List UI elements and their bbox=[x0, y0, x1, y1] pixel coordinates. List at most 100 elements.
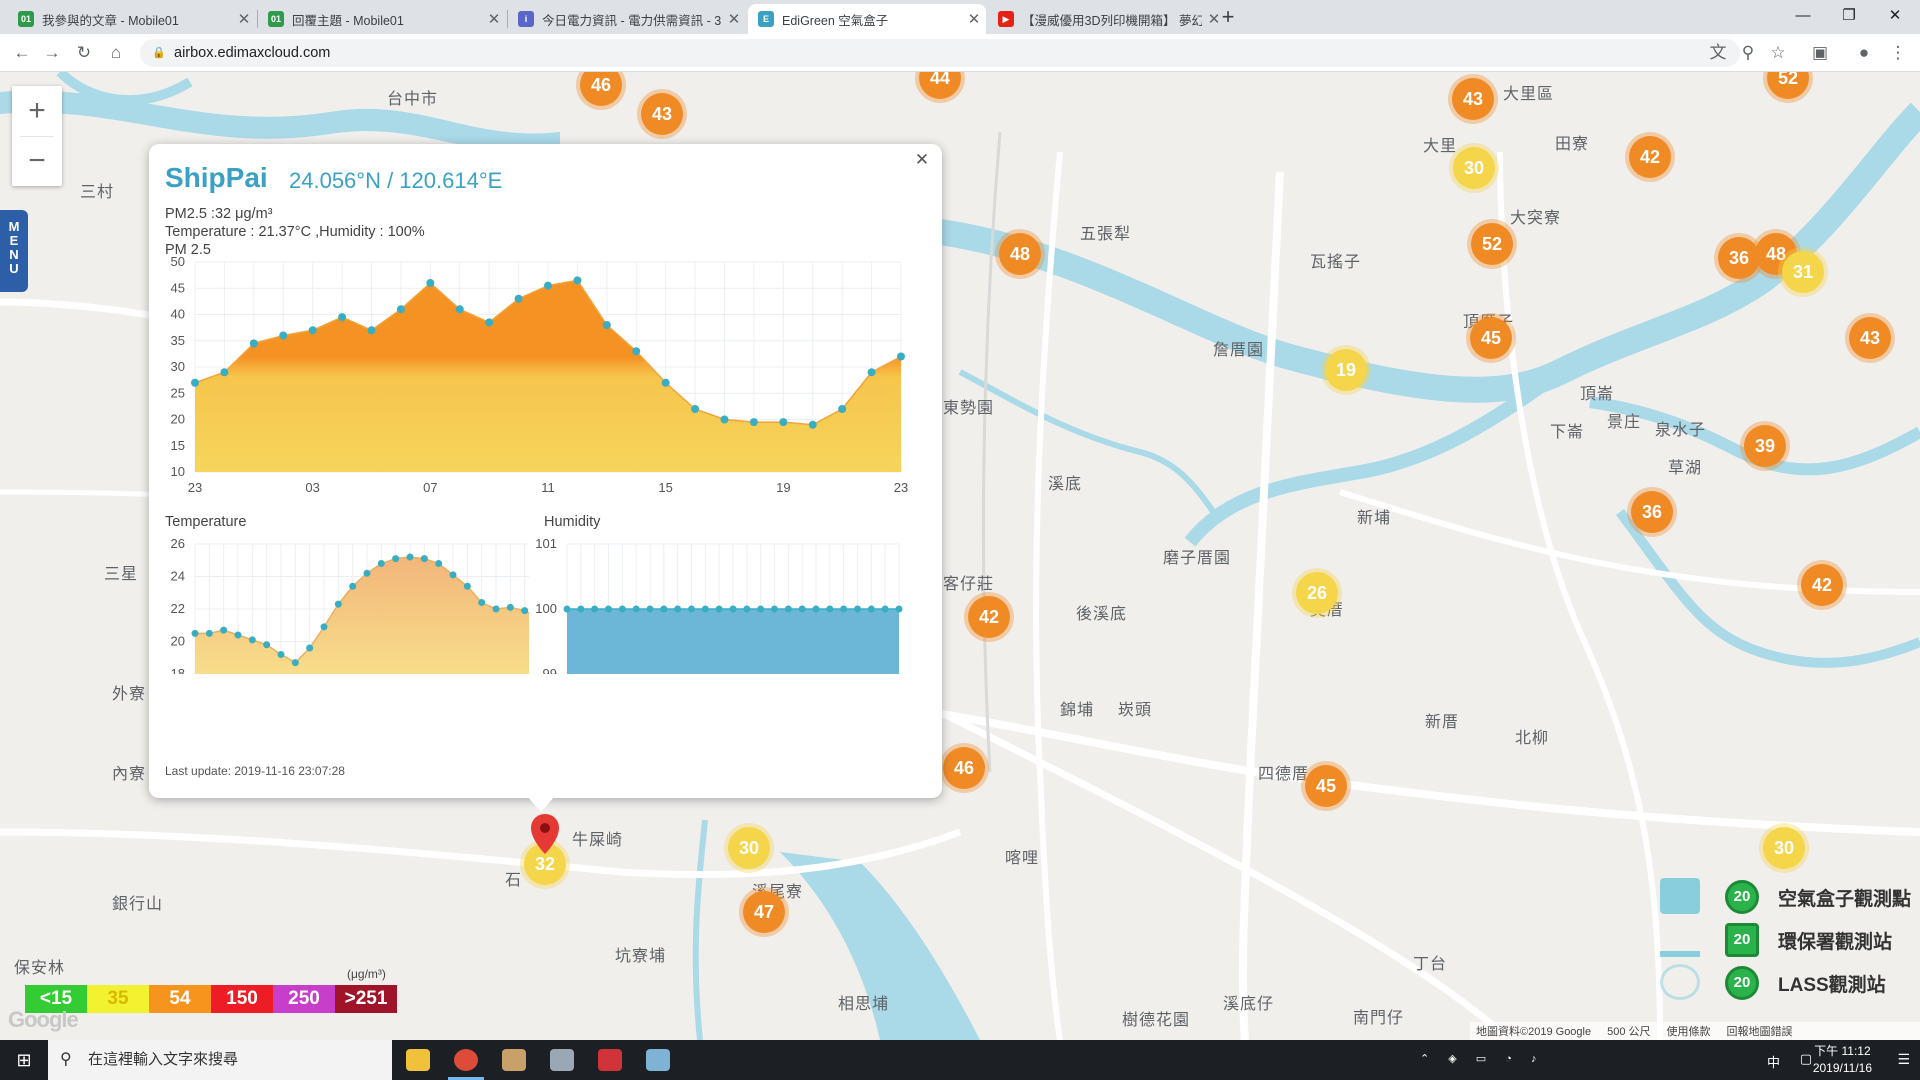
aqi-marker[interactable]: 43 bbox=[1452, 78, 1494, 120]
browser-tab[interactable]: E EdiGreen 空氣盒子 ✕ bbox=[748, 4, 986, 34]
zoom-icon[interactable]: ⚲ bbox=[1736, 41, 1760, 65]
legend-unit: (μg/m³) bbox=[347, 967, 386, 981]
y-tick-label: 40 bbox=[171, 307, 185, 322]
minimize-icon[interactable]: — bbox=[1780, 2, 1826, 30]
aqi-marker[interactable]: 45 bbox=[1470, 317, 1512, 359]
aqi-marker[interactable]: 52 bbox=[1471, 223, 1513, 265]
aqi-marker[interactable]: 39 bbox=[1744, 425, 1786, 467]
aqi-marker[interactable]: 46 bbox=[943, 747, 985, 789]
report-link[interactable]: 回報地圖錯誤 bbox=[1727, 1023, 1793, 1039]
aqi-marker[interactable]: 36 bbox=[1718, 237, 1760, 279]
key-badge: 20 bbox=[1725, 966, 1759, 1000]
aqi-marker[interactable]: 42 bbox=[1629, 136, 1671, 178]
place-label: 磨子厝園 bbox=[1163, 550, 1232, 567]
clock[interactable]: 下午 11:12 2019/11/16 bbox=[1813, 1043, 1872, 1077]
chrome-icon bbox=[454, 1049, 478, 1071]
map-canvas[interactable]: 台中市三村大里區大里田寮五張犁瓦搖子大突寮頂厝子詹厝園頂崙下崙景庄泉水子草湖溪底… bbox=[0, 72, 1920, 1040]
map-data-credit: 地圖資料©2019 Google bbox=[1476, 1026, 1592, 1038]
ime-indicator[interactable]: 中 bbox=[1767, 1052, 1780, 1071]
app-3[interactable] bbox=[490, 1040, 538, 1080]
file-explorer-app[interactable] bbox=[394, 1040, 442, 1080]
app-icon bbox=[502, 1049, 526, 1071]
data-point bbox=[605, 605, 612, 613]
windows-start-icon[interactable]: ⊞ bbox=[0, 1040, 48, 1080]
aqi-marker[interactable]: 30 bbox=[1763, 827, 1805, 869]
data-point bbox=[757, 605, 765, 613]
close-tab-icon[interactable]: ✕ bbox=[722, 10, 746, 28]
star-icon[interactable]: ☆ bbox=[1766, 41, 1790, 65]
data-point bbox=[248, 636, 256, 644]
aqi-marker[interactable]: 47 bbox=[743, 891, 785, 933]
aqi-marker[interactable]: 43 bbox=[641, 93, 683, 135]
notification-badge-icon[interactable]: ▢ bbox=[1800, 1051, 1812, 1067]
extension-icon[interactable]: ▣ bbox=[1808, 41, 1832, 65]
aqi-marker[interactable]: 48 bbox=[999, 233, 1041, 275]
y-tick-label: 50 bbox=[171, 254, 185, 269]
close-icon[interactable]: ✕ bbox=[912, 150, 932, 170]
data-point bbox=[867, 368, 876, 377]
area-fill bbox=[195, 557, 529, 674]
y-tick-label: 101 bbox=[535, 536, 557, 551]
y-tick-label: 18 bbox=[171, 666, 185, 674]
account-icon[interactable]: ● bbox=[1852, 41, 1876, 65]
browser-tab[interactable]: 01 我參與的文章 - Mobile01 ✕ bbox=[8, 4, 256, 34]
y-tick-label: 99 bbox=[543, 666, 557, 674]
back-icon[interactable]: ← bbox=[10, 41, 34, 65]
aqi-marker[interactable]: 26 bbox=[1296, 572, 1338, 614]
windows-taskbar: ⊞ ⚲ 在這裡輸入文字來搜尋 ⌃ ◈ ▭ ◔ ♪ 中 ▢ 下午 11:12 20… bbox=[0, 1040, 1920, 1080]
menu-tab[interactable]: MENU bbox=[0, 210, 28, 292]
address-bar[interactable]: 🔒 airbox.edimaxcloud.com bbox=[140, 39, 1740, 67]
zoom-in-button[interactable]: + bbox=[12, 86, 62, 136]
browser-tab[interactable]: 01 回覆主題 - Mobile01 ✕ bbox=[258, 4, 506, 34]
close-tab-icon[interactable]: ✕ bbox=[232, 10, 256, 28]
station-name: ShipPai bbox=[165, 162, 268, 193]
home-icon[interactable]: ⌂ bbox=[104, 41, 128, 65]
zoom-out-button[interactable]: − bbox=[12, 136, 62, 186]
data-point bbox=[308, 326, 317, 335]
app-4[interactable] bbox=[538, 1040, 586, 1080]
menu-dots-icon[interactable]: ⋮ bbox=[1886, 41, 1910, 65]
taskbar-search[interactable]: ⚲ 在這裡輸入文字來搜尋 bbox=[48, 1040, 392, 1080]
aqi-marker[interactable]: 43 bbox=[1849, 317, 1891, 359]
aqi-marker[interactable]: 30 bbox=[728, 827, 770, 869]
chrome-app[interactable] bbox=[442, 1040, 490, 1080]
last-update: Last update: 2019-11-16 23:07:28 bbox=[165, 764, 345, 778]
data-point bbox=[867, 605, 875, 613]
close-window-icon[interactable]: ✕ bbox=[1872, 2, 1918, 30]
reload-icon[interactable]: ↻ bbox=[72, 41, 96, 65]
aqi-marker[interactable]: 19 bbox=[1325, 349, 1367, 391]
tray-icons[interactable]: ⌃ ◈ ▭ ◔ ♪ bbox=[1420, 1052, 1620, 1065]
aqi-marker[interactable]: 42 bbox=[1801, 564, 1843, 606]
new-tab-icon[interactable]: + bbox=[1214, 4, 1242, 30]
close-tab-icon[interactable]: ✕ bbox=[962, 10, 986, 28]
y-tick-label: 20 bbox=[171, 412, 185, 427]
key-badge: 20 bbox=[1725, 880, 1759, 914]
translate-icon[interactable]: 文 bbox=[1706, 41, 1730, 65]
map-pin-icon[interactable] bbox=[529, 812, 561, 856]
place-label: 大突寮 bbox=[1510, 210, 1562, 227]
url-text: airbox.edimaxcloud.com bbox=[174, 45, 331, 61]
taskbar-search-placeholder: 在這裡輸入文字來搜尋 bbox=[88, 1051, 239, 1068]
popup-tail bbox=[527, 796, 555, 812]
place-label: 喀哩 bbox=[1005, 850, 1040, 867]
browser-tab[interactable]: ▶ 【漫威優用3D列印機開箱】 夢幻 ✕ bbox=[988, 4, 1226, 34]
data-point bbox=[544, 281, 552, 290]
action-center-icon[interactable]: ☰ bbox=[1897, 1051, 1910, 1068]
forward-icon[interactable]: → bbox=[40, 41, 64, 65]
terms-link[interactable]: 使用條款 bbox=[1667, 1023, 1711, 1039]
place-label: 保安林 bbox=[14, 960, 66, 977]
app-5[interactable] bbox=[586, 1040, 634, 1080]
aqi-marker[interactable]: 30 bbox=[1453, 147, 1495, 189]
aqi-marker[interactable]: 36 bbox=[1631, 491, 1673, 533]
data-point bbox=[895, 605, 903, 613]
close-tab-icon[interactable]: ✕ bbox=[482, 10, 506, 28]
place-label: 外寮 bbox=[112, 686, 147, 703]
aqi-marker[interactable]: 31 bbox=[1782, 251, 1824, 293]
place-label: 台中市 bbox=[387, 91, 439, 108]
browser-tab[interactable]: i 今日電力資訊 - 電力供需資訊 - 3 ✕ bbox=[508, 4, 746, 34]
aqi-marker[interactable]: 42 bbox=[968, 596, 1010, 638]
app-6[interactable] bbox=[634, 1040, 682, 1080]
maximize-icon[interactable]: ❐ bbox=[1826, 2, 1872, 30]
aqi-marker[interactable]: 45 bbox=[1305, 765, 1347, 807]
x-tick-label: 19 bbox=[776, 480, 790, 495]
